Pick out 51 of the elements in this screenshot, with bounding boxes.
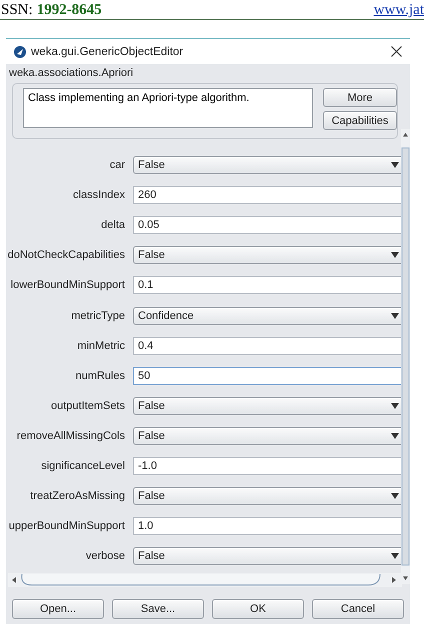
window-title: weka.gui.GenericObjectEditor: [31, 46, 184, 58]
property-dropdown[interactable]: False: [133, 426, 403, 445]
property-label: outputItemSets: [50, 400, 125, 412]
property-dropdown[interactable]: False: [133, 156, 403, 174]
property-input[interactable]: 0.1: [133, 276, 403, 294]
property-dropdown[interactable]: Confidence: [133, 306, 403, 325]
dropdown-arrow-icon: [391, 252, 399, 258]
property-dropdown[interactable]: False: [133, 487, 403, 506]
property-label: verbose: [84, 550, 125, 562]
property-input[interactable]: -1.0: [133, 456, 403, 475]
description-box: Class implementing an Apriori-type algorithm.: [23, 88, 313, 128]
website-link[interactable]: www.jat: [374, 2, 424, 19]
horizontal-scrollbar[interactable]: [8, 573, 402, 588]
dialog-button[interactable]: Cancel: [312, 599, 404, 620]
dropdown-arrow-icon: [391, 402, 399, 409]
property-label: delta: [100, 219, 125, 232]
property-label: classIndex: [72, 189, 125, 202]
vertical-scrollbar[interactable]: [401, 129, 410, 584]
property-label: significanceLevel: [40, 460, 125, 472]
about-button[interactable]: Capabilities: [323, 111, 397, 130]
dropdown-arrow-icon: [391, 162, 399, 168]
close-icon[interactable]: [391, 46, 402, 57]
property-dropdown[interactable]: False: [133, 396, 403, 415]
dropdown-arrow-icon: [391, 493, 399, 500]
dropdown-arrow-icon: [391, 432, 399, 439]
class-name: weka.associations.Apriori: [8, 66, 134, 81]
dialog-button[interactable]: Save...: [112, 599, 204, 620]
issn-label: SSN:: [1, 2, 33, 19]
about-button[interactable]: More: [323, 88, 397, 107]
property-label: removeAllMissingCols: [16, 430, 125, 442]
property-dropdown[interactable]: False: [133, 246, 403, 264]
dropdown-arrow-icon: [391, 553, 399, 560]
property-dropdown[interactable]: False: [133, 547, 403, 566]
app-icon: [14, 46, 26, 58]
issn-number: 1992-8645: [36, 2, 102, 19]
dropdown-arrow-icon: [391, 312, 399, 319]
property-input[interactable]: 1.0: [133, 517, 403, 536]
property-label: lowerBoundMinSupport: [10, 279, 125, 292]
property-label: minMetric: [76, 340, 125, 352]
dialog-button[interactable]: Open...: [12, 599, 104, 620]
property-input[interactable]: 0.4: [133, 336, 403, 355]
property-label: treatZeroAsMissing: [29, 490, 125, 502]
property-label: doNotCheckCapabilities: [6, 249, 125, 262]
property-label: upperBoundMinSupport: [8, 520, 125, 532]
property-label: metricType: [70, 310, 125, 322]
property-input[interactable]: 50: [133, 366, 403, 385]
property-label: car: [108, 159, 125, 172]
property-input[interactable]: 260: [133, 186, 403, 204]
property-input[interactable]: 0.05: [133, 216, 403, 234]
property-label: numRules: [74, 370, 125, 382]
dialog-button[interactable]: OK: [212, 599, 304, 620]
